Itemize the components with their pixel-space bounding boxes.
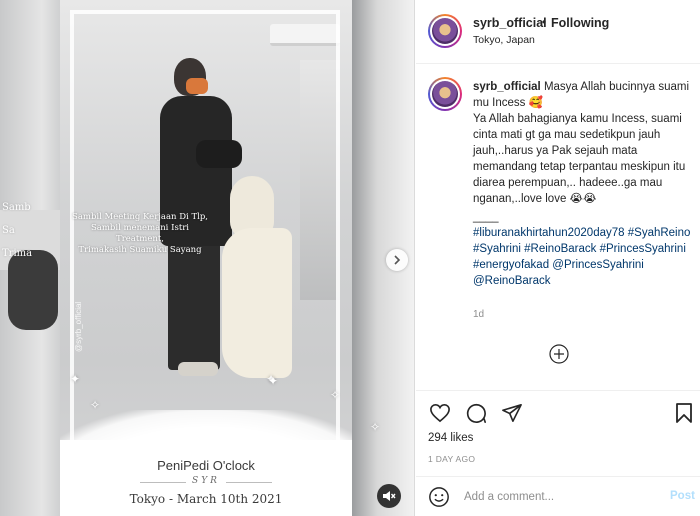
hashtag-link[interactable]: #PrincesSyahrini: [600, 243, 686, 255]
caption-divider: ____: [473, 211, 499, 223]
next-media-button[interactable]: [386, 249, 408, 271]
like-button[interactable]: [428, 401, 452, 425]
side-caption: Samb Sa Trima: [2, 202, 33, 259]
avatar[interactable]: [428, 14, 462, 48]
comment-icon: [466, 403, 486, 423]
plus-circle-icon: [549, 344, 569, 364]
emoji-button[interactable]: [428, 486, 450, 508]
caption-line-2: Ya Allah bahagianya kamu Incess, suami c…: [473, 113, 686, 205]
share-icon: [502, 404, 522, 422]
caption-area: syrb_official Masya Allah bucinnya suami…: [416, 65, 700, 390]
like-count[interactable]: 294 likes: [428, 432, 473, 444]
sound-toggle-button[interactable]: [377, 484, 401, 508]
mention-link[interactable]: @PrincesSyahrini: [552, 259, 644, 271]
media-side-panel-left: Samb Sa Trima: [0, 0, 60, 516]
caption-username[interactable]: syrb_official: [473, 81, 541, 93]
heart-icon: [430, 403, 450, 423]
overlay-card: PeniPedi O'clock SYR Tokyo - March 10th …: [60, 440, 352, 516]
sparkle-icon: ✦: [268, 374, 279, 388]
hashtag-link[interactable]: #ReinoBarack: [524, 243, 596, 255]
sparkle-icon: ✧: [330, 388, 341, 402]
post-caption: syrb_official Masya Allah bucinnya suami…: [473, 79, 691, 289]
header-separator: •: [542, 15, 547, 29]
share-button[interactable]: [500, 401, 524, 425]
sparkle-icon: ✧: [370, 420, 381, 434]
caption-timestamp: 1d: [473, 309, 485, 320]
comment-button[interactable]: [464, 401, 488, 425]
load-more-comments-button[interactable]: [548, 343, 570, 365]
hashtag-link[interactable]: #liburanakhirtahun2020day78: [473, 227, 625, 239]
following-button[interactable]: Following: [551, 16, 609, 30]
post-media[interactable]: Samb Sa Trima Sambil Meeting Kerjaan Di …: [0, 0, 415, 516]
post-comment-button[interactable]: Post: [670, 490, 695, 502]
watermark: @syrb_official: [74, 301, 83, 352]
chevron-right-icon: [394, 255, 401, 265]
hashtag-link[interactable]: #SyahReino: [628, 227, 691, 239]
caption-avatar[interactable]: [428, 77, 462, 111]
post-header: syrb_official • Following Tokyo, Japan: [416, 0, 700, 64]
comment-input[interactable]: [464, 488, 654, 506]
overlay-caption: Sambil Meeting Kerjaan Di Tlp, Sambil me…: [72, 212, 208, 255]
card-date: Tokyo - March 10th 2021: [129, 492, 283, 506]
action-bar: [416, 390, 700, 434]
speaker-muted-icon: [383, 491, 396, 501]
smiley-icon: [429, 487, 449, 507]
sparkle-icon: ✦: [70, 372, 81, 386]
mention-link[interactable]: @ReinoBarack: [473, 275, 551, 287]
location-link[interactable]: Tokyo, Japan: [473, 34, 535, 46]
hashtag-link[interactable]: #energyofakad: [473, 259, 549, 271]
add-comment-bar: Post: [416, 476, 700, 516]
header-username[interactable]: syrb_official: [473, 16, 547, 30]
media-center-frame: Sambil Meeting Kerjaan Di Tlp, Sambil me…: [60, 0, 352, 516]
hashtag-link[interactable]: #Syahrini: [473, 243, 521, 255]
card-signature: SYR: [186, 476, 226, 486]
card-title: PeniPedi O'clock: [157, 458, 255, 473]
save-button[interactable]: [672, 401, 696, 425]
bookmark-icon: [676, 403, 692, 423]
post-sidebar: syrb_official • Following Tokyo, Japan s…: [416, 0, 700, 516]
post-date: 1 DAY AGO: [428, 454, 476, 464]
